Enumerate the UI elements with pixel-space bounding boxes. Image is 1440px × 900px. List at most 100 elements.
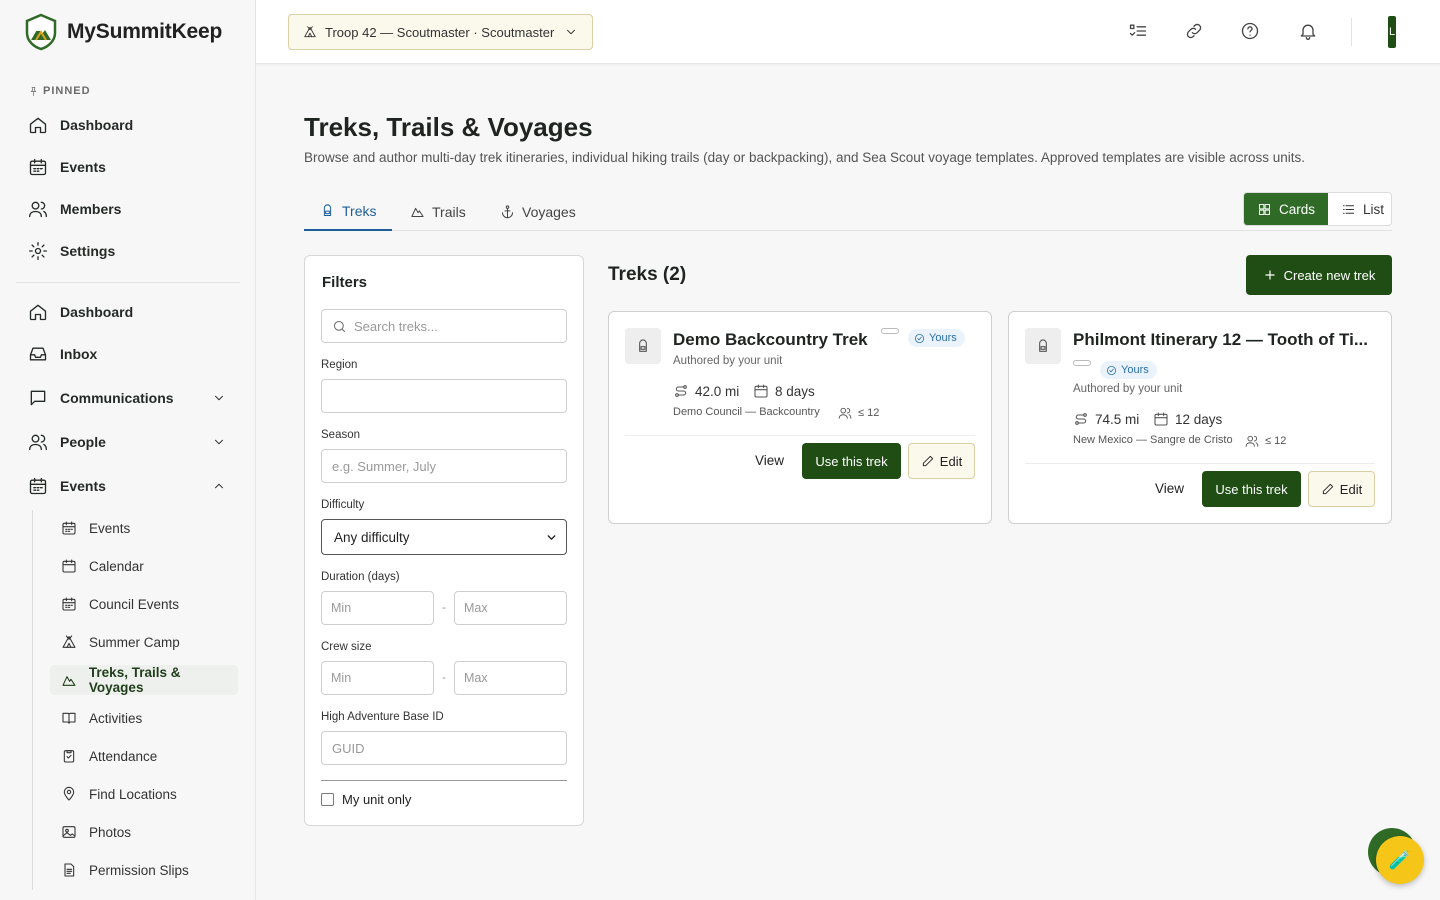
chevron-down-icon — [547, 534, 556, 540]
use-this-trek-button[interactable]: Use this trek — [802, 443, 901, 479]
sidebar-item-events[interactable]: Events — [28, 474, 223, 498]
sub-item-calendar[interactable]: Calendar — [50, 551, 238, 581]
brand[interactable]: MySummitKeep — [24, 13, 222, 51]
users-icon — [1245, 435, 1259, 447]
search-icon — [334, 320, 345, 332]
pinned-section-label: PINNED — [28, 85, 91, 97]
hab-id-input[interactable]: GUID — [321, 731, 567, 765]
pinned-item-dashboard[interactable]: Dashboard — [28, 113, 133, 137]
hab-id-label: High Adventure Base ID — [321, 711, 444, 723]
sub-item-permission-slips[interactable]: Permission Slips — [50, 855, 238, 885]
tab-trails[interactable]: Trails — [394, 192, 482, 231]
unit-selector-label: Troop 42 — Scoutmaster · Scoutmaster — [325, 24, 555, 40]
mountain-icon — [62, 676, 76, 686]
users-icon — [838, 407, 852, 419]
sidebar-item-inbox[interactable]: Inbox — [28, 342, 97, 366]
sidebar-divider — [16, 282, 240, 283]
sub-item-council-events[interactable]: Council Events — [50, 589, 238, 619]
checklist-button[interactable] — [1128, 21, 1150, 43]
pinned-item-members[interactable]: Members — [28, 197, 121, 221]
grid-icon — [1259, 203, 1270, 215]
tab-bar: Treks Trails Voyages — [304, 192, 1392, 231]
sub-item-events[interactable]: Events — [50, 513, 238, 543]
view-button[interactable]: View — [755, 453, 784, 468]
edit-button[interactable]: Edit — [908, 443, 975, 479]
map-pin-icon — [63, 786, 75, 801]
bell-icon — [1300, 24, 1316, 40]
empty-tag — [881, 328, 899, 334]
pinned-item-settings[interactable]: Settings — [28, 239, 115, 263]
duration-range-separator: - — [442, 600, 446, 614]
create-new-trek-button[interactable]: Create new trek — [1246, 255, 1392, 295]
mountain-icon — [411, 207, 424, 217]
document-icon — [64, 863, 75, 877]
use-this-trek-button[interactable]: Use this trek — [1202, 471, 1301, 507]
pinned-item-events[interactable]: Events — [28, 155, 106, 179]
view-button[interactable]: View — [1155, 481, 1184, 496]
help-button[interactable] — [1240, 21, 1262, 43]
unit-selector[interactable]: Troop 42 — Scoutmaster · Scoutmaster — [288, 14, 593, 50]
backpack-icon — [323, 204, 332, 216]
crew-min-input[interactable]: Min — [321, 661, 434, 695]
sub-item-summer-camp[interactable]: Summer Camp — [50, 627, 238, 657]
sub-item-photos[interactable]: Photos — [50, 817, 238, 847]
crew-max-input[interactable]: Max — [454, 661, 567, 695]
view-list-button[interactable]: List — [1328, 193, 1391, 225]
book-icon — [62, 712, 76, 724]
checkbox-box[interactable] — [321, 793, 334, 806]
trek-card: Demo Backcountry Trek Yours Authored by … — [608, 311, 992, 524]
view-cards-button[interactable]: Cards — [1244, 193, 1329, 225]
edit-button[interactable]: Edit — [1308, 471, 1375, 507]
test-tube-button[interactable]: 🧪 — [1376, 836, 1424, 884]
image-icon — [62, 826, 76, 838]
sidebar-item-people[interactable]: People — [28, 430, 223, 454]
logo-icon — [24, 13, 58, 51]
link-button[interactable] — [1184, 21, 1206, 43]
anchor-icon — [502, 205, 513, 219]
region-input[interactable] — [321, 379, 567, 413]
chevron-down-icon — [215, 439, 223, 445]
difficulty-select[interactable]: Any difficulty — [321, 519, 567, 555]
trek-title[interactable]: Demo Backcountry Trek — [673, 330, 868, 350]
clipboard-icon — [63, 750, 75, 763]
trek-title[interactable]: Philmont Itinerary 12 — Tooth of Ti... — [1073, 330, 1368, 350]
duration-label: Duration (days) — [321, 571, 400, 583]
calendar-icon — [29, 158, 47, 176]
check-circle-icon — [1106, 365, 1117, 375]
trek-location: Demo Council — Backcountry — [673, 406, 820, 418]
calendar-icon — [29, 477, 47, 495]
sidebar-item-communications[interactable]: Communications — [28, 386, 223, 410]
submenu-guide-line — [32, 510, 33, 890]
tab-voyages[interactable]: Voyages — [484, 192, 592, 231]
sub-item-activities[interactable]: Activities — [50, 703, 238, 733]
card-divider — [1025, 463, 1375, 464]
pencil-icon — [1322, 483, 1333, 495]
page-description: Browse and author multi-day trek itinera… — [304, 150, 1306, 165]
tab-treks[interactable]: Treks — [304, 192, 393, 231]
top-bar-separator — [1351, 18, 1352, 46]
message-icon — [30, 390, 46, 406]
search-input[interactable]: Search treks... — [321, 309, 567, 343]
results-title: Treks (2) — [608, 264, 687, 285]
chevron-down-icon — [567, 29, 575, 35]
tent-icon — [62, 635, 76, 648]
view-toggle: Cards List — [1243, 192, 1392, 226]
duration-max-input[interactable]: Max — [454, 591, 567, 625]
duration-min-input[interactable]: Min — [321, 591, 434, 625]
sub-item-attendance[interactable]: Attendance — [50, 741, 238, 771]
home-icon — [29, 304, 47, 321]
checklist-icon — [1129, 24, 1147, 36]
my-unit-only-checkbox[interactable]: My unit only — [321, 792, 411, 807]
card-divider — [625, 435, 975, 436]
sidebar-item-dashboard[interactable]: Dashboard — [28, 300, 133, 324]
pencil-icon — [922, 455, 933, 467]
users-icon — [29, 201, 47, 218]
check-circle-icon — [914, 333, 925, 343]
season-input[interactable]: e.g. Summer, July — [321, 449, 567, 483]
notifications-button[interactable] — [1298, 21, 1320, 43]
season-label: Season — [321, 429, 361, 441]
sub-item-find-locations[interactable]: Find Locations — [50, 779, 238, 809]
sub-item-treks-trails-voyages[interactable]: Treks, Trails & Voyages — [50, 665, 238, 695]
crew-range-separator: - — [442, 670, 446, 684]
avatar[interactable]: L — [1388, 16, 1396, 48]
